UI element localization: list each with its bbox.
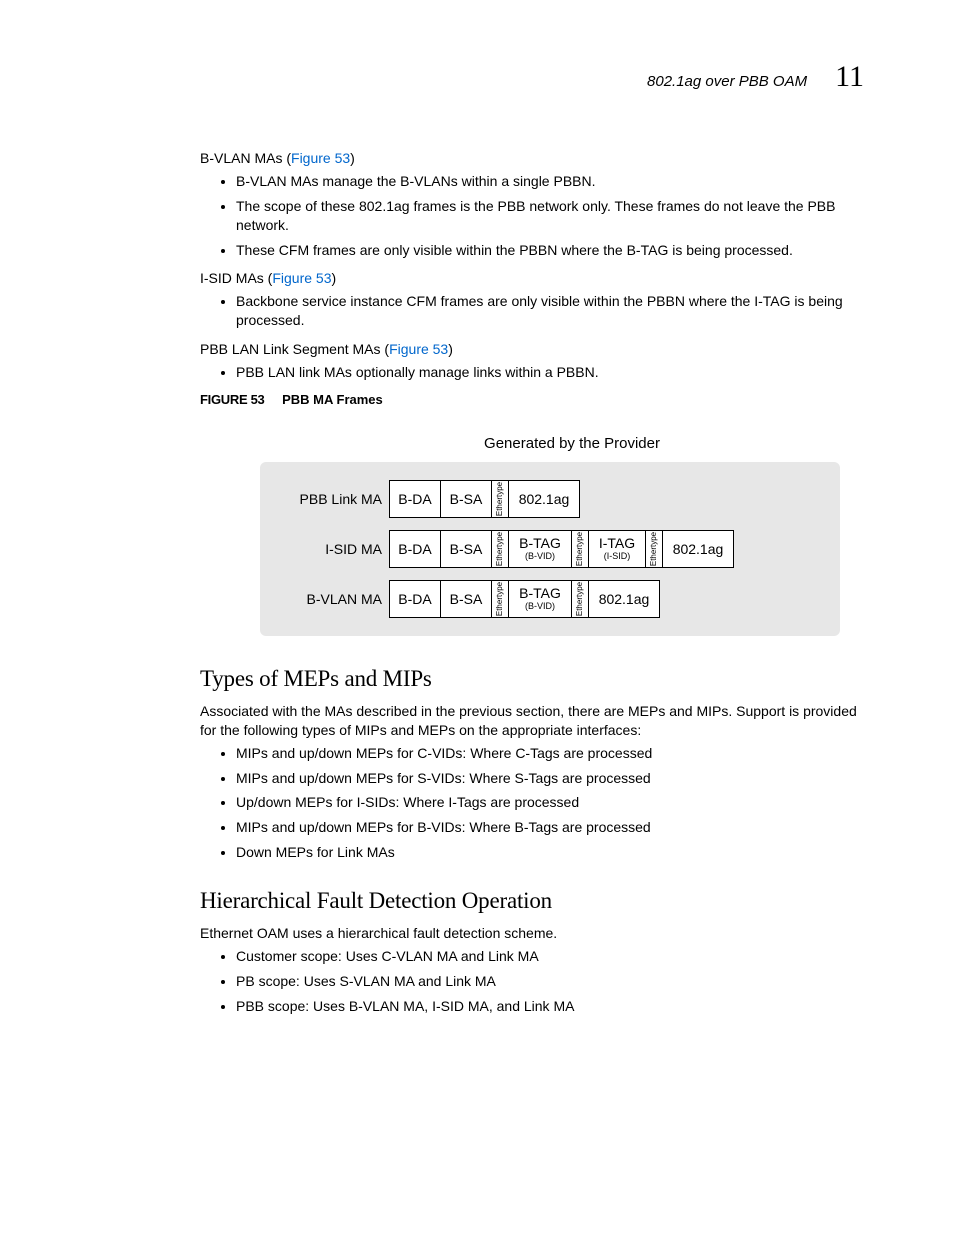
pbblan-list: PBB LAN link MAs optionally manage links… [200,363,864,382]
header-section-title: 802.1ag over PBB OAM [647,73,807,90]
diagram-cell-ethertype: Ethertype [491,580,509,618]
pbblan-heading-pre: PBB LAN Link Segment MAs ( [200,341,389,357]
list-item: PB scope: Uses S-VLAN MA and Link MA [236,972,864,991]
list-item: PBB LAN link MAs optionally manage links… [236,363,864,382]
types-heading: Types of MEPs and MIPs [200,666,864,692]
figure-diagram-wrap: Generated by the Provider PBB Link MA B-… [200,435,864,636]
ethertype-label: Ethertype [496,482,504,516]
btag-sublabel: (B-VID) [525,552,555,561]
ethertype-label: Ethertype [650,532,658,566]
figure-diagram: PBB Link MA B-DA B-SA Ethertype 802.1ag … [260,462,840,636]
diagram-cell-bsa: B-SA [440,580,492,618]
list-item: MIPs and up/down MEPs for B-VIDs: Where … [236,818,864,837]
figure-caption: FIGURE 53 PBB MA Frames [200,392,864,407]
diagram-cell-itag: I-TAG (I-SID) [588,530,646,568]
pbblan-heading-post: ) [448,341,453,357]
list-item: PBB scope: Uses B-VLAN MA, I-SID MA, and… [236,997,864,1016]
btag-label: B-TAG [519,536,561,550]
btag-label: B-TAG [519,586,561,600]
bvlan-figure-link[interactable]: Figure 53 [291,150,350,166]
ethertype-label: Ethertype [576,532,584,566]
hier-list: Customer scope: Uses C-VLAN MA and Link … [200,947,864,1016]
diagram-row-pbb-link: PBB Link MA B-DA B-SA Ethertype 802.1ag [274,480,814,518]
diagram-cell-bsa: B-SA [440,530,492,568]
figure-label: FIGURE 53 [200,392,264,407]
isid-figure-link[interactable]: Figure 53 [272,270,331,286]
itag-label: I-TAG [599,536,635,550]
diagram-cell-ethertype: Ethertype [491,480,509,518]
ethertype-label: Ethertype [576,582,584,616]
header-chapter-number: 11 [835,60,864,94]
diagram-cell-bda: B-DA [389,580,441,618]
page-header: 802.1ag over PBB OAM 11 [200,60,864,94]
ethertype-label: Ethertype [496,582,504,616]
diagram-cell-8021ag: 802.1ag [588,580,660,618]
diagram-row-isid: I-SID MA B-DA B-SA Ethertype B-TAG (B-VI… [274,530,814,568]
hier-heading: Hierarchical Fault Detection Operation [200,888,864,914]
diagram-cell-8021ag: 802.1ag [508,480,580,518]
list-item: B-VLAN MAs manage the B-VLANs within a s… [236,172,864,191]
figure-title: PBB MA Frames [282,392,383,407]
isid-heading-post: ) [332,270,337,286]
diagram-cell-bda: B-DA [389,480,441,518]
page: 802.1ag over PBB OAM 11 B-VLAN MAs (Figu… [0,0,954,1235]
list-item: The scope of these 802.1ag frames is the… [236,197,864,235]
ethertype-label: Ethertype [496,532,504,566]
diagram-cell-ethertype: Ethertype [571,580,589,618]
list-item: MIPs and up/down MEPs for S-VIDs: Where … [236,769,864,788]
diagram-cell-ethertype: Ethertype [645,530,663,568]
diagram-cell-ethertype: Ethertype [491,530,509,568]
list-item: MIPs and up/down MEPs for C-VIDs: Where … [236,744,864,763]
hier-intro: Ethernet OAM uses a hierarchical fault d… [200,924,864,943]
list-item: Down MEPs for Link MAs [236,843,864,862]
list-item: These CFM frames are only visible within… [236,241,864,260]
types-list: MIPs and up/down MEPs for C-VIDs: Where … [200,744,864,862]
diagram-row-label: B-VLAN MA [274,580,390,618]
diagram-cell-btag: B-TAG (B-VID) [508,530,572,568]
bvlan-heading-pre: B-VLAN MAs ( [200,150,291,166]
itag-sublabel: (I-SID) [604,552,631,561]
diagram-cell-8021ag: 802.1ag [662,530,734,568]
diagram-row-label: PBB Link MA [274,480,390,518]
isid-heading-pre: I-SID MAs ( [200,270,272,286]
list-item: Backbone service instance CFM frames are… [236,292,864,330]
diagram-cell-bda: B-DA [389,530,441,568]
diagram-cell-btag: B-TAG (B-VID) [508,580,572,618]
pbblan-heading: PBB LAN Link Segment MAs (Figure 53) [200,340,864,359]
bvlan-heading: B-VLAN MAs (Figure 53) [200,149,864,168]
figure-top-caption: Generated by the Provider [200,435,864,452]
diagram-row-bvlan: B-VLAN MA B-DA B-SA Ethertype B-TAG (B-V… [274,580,814,618]
diagram-cell-bsa: B-SA [440,480,492,518]
pbblan-figure-link[interactable]: Figure 53 [389,341,448,357]
isid-list: Backbone service instance CFM frames are… [200,292,864,330]
diagram-cell-ethertype: Ethertype [571,530,589,568]
diagram-row-label: I-SID MA [274,530,390,568]
bvlan-heading-post: ) [350,150,355,166]
list-item: Customer scope: Uses C-VLAN MA and Link … [236,947,864,966]
list-item: Up/down MEPs for I-SIDs: Where I-Tags ar… [236,793,864,812]
btag-sublabel: (B-VID) [525,602,555,611]
types-intro: Associated with the MAs described in the… [200,702,864,740]
isid-heading: I-SID MAs (Figure 53) [200,269,864,288]
bvlan-list: B-VLAN MAs manage the B-VLANs within a s… [200,172,864,260]
